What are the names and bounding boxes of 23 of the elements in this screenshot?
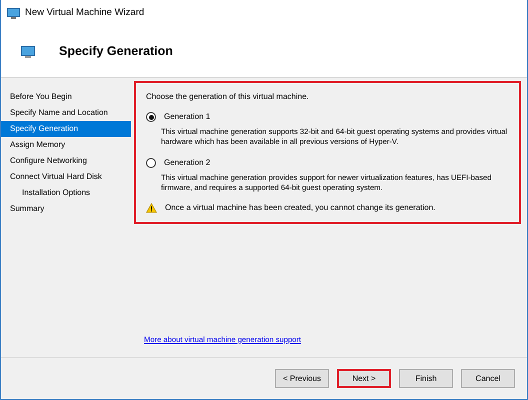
- monitor-icon: [21, 46, 35, 58]
- radio-label[interactable]: Generation 2: [164, 156, 210, 169]
- wizard-button[interactable]: Cancel: [461, 369, 515, 388]
- wizard-button[interactable]: < Previous: [275, 369, 329, 388]
- wizard-step[interactable]: Before You Begin: [1, 89, 131, 105]
- intro-text: Choose the generation of this virtual machine.: [146, 91, 310, 103]
- radio-label[interactable]: Generation 1: [164, 111, 210, 123]
- warning-text: Once a virtual machine has been created, you cannot change its generation.: [165, 202, 436, 214]
- wizard-step[interactable]: Connect Virtual Hard Disk: [1, 169, 131, 185]
- page-title: Specify Generation: [59, 43, 173, 60]
- radio-button[interactable]: [146, 112, 156, 122]
- wizard-step[interactable]: Specify Generation: [1, 121, 131, 137]
- wizard-step[interactable]: Configure Networking: [1, 153, 131, 169]
- wizard-step[interactable]: Installation Options: [1, 185, 131, 201]
- radio-button[interactable]: [146, 158, 156, 168]
- wizard-button[interactable]: Finish: [399, 369, 453, 388]
- wizard-step[interactable]: Summary: [1, 201, 131, 217]
- warning-icon: [146, 203, 157, 214]
- wizard-step[interactable]: Assign Memory: [1, 137, 131, 153]
- window-title: New Virtual Machine Wizard: [25, 6, 144, 20]
- wizard-button[interactable]: Next >: [337, 369, 391, 388]
- monitor-icon: [7, 8, 20, 18]
- wizard-step[interactable]: Specify Name and Location: [1, 105, 131, 121]
